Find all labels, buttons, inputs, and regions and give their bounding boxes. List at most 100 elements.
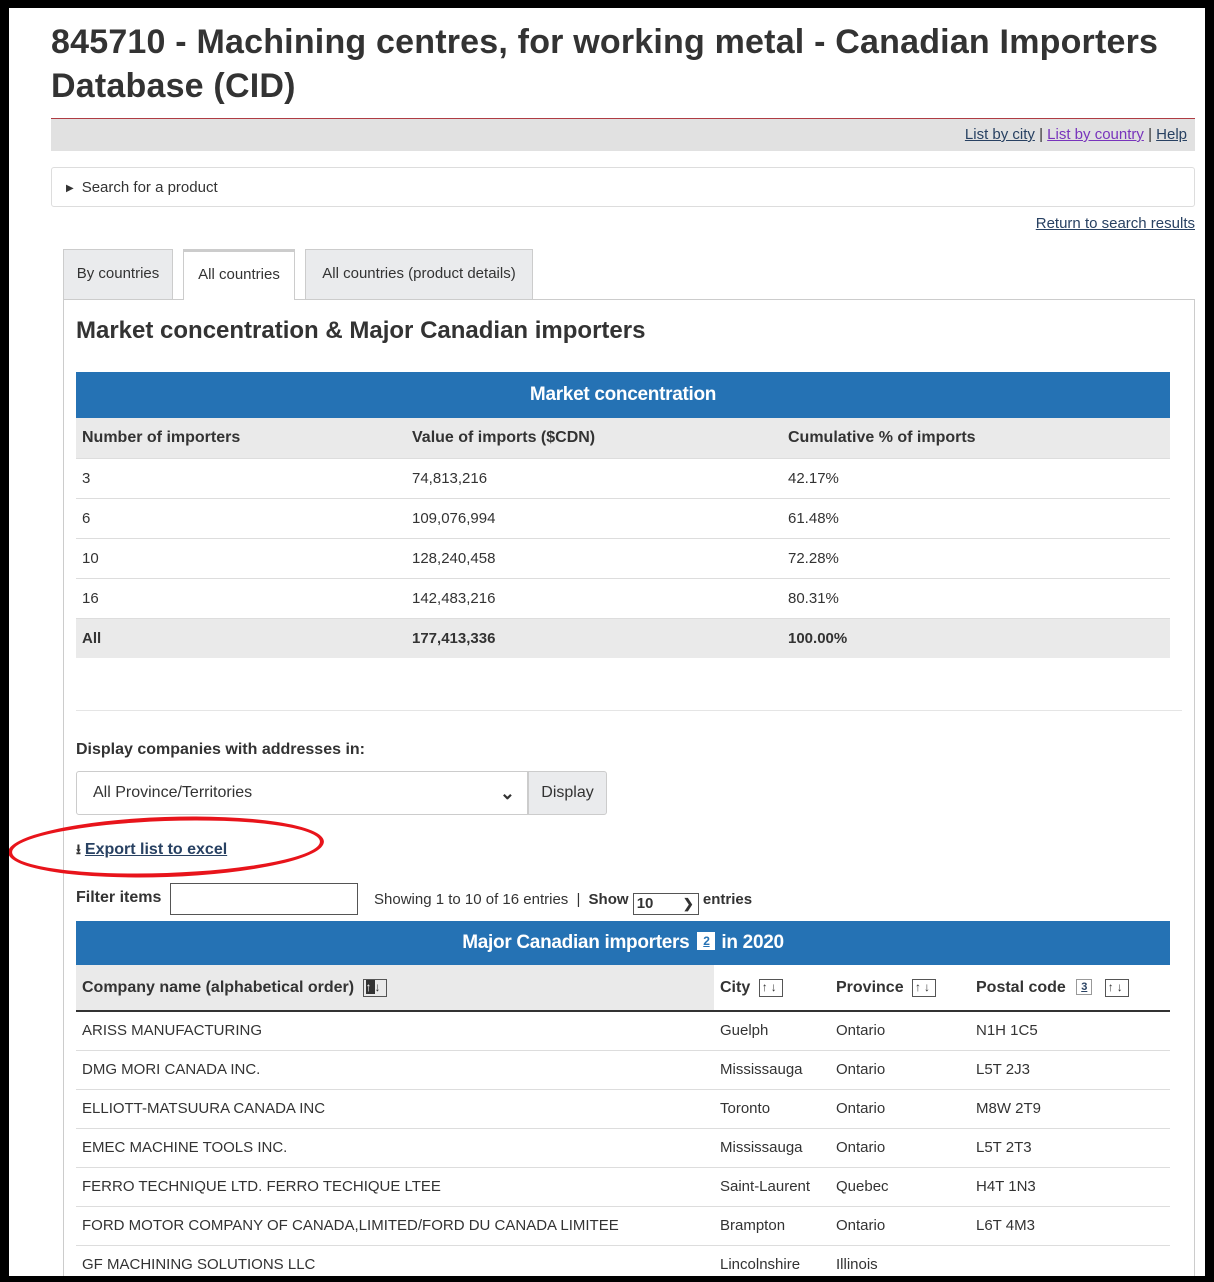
footnote-link[interactable]: 3 [1076,978,1093,995]
cell: 128,240,458 [406,537,782,578]
col-postal-code: Postal code 3 ↑↓ [970,965,1170,1012]
display-filter-label: Display companies with addresses in: [76,741,365,758]
cell: 61.48% [782,497,1170,538]
tab-by-countries[interactable]: By countries [63,249,173,299]
sort-desc-icon[interactable]: ↓ [375,980,384,994]
tab-all-countries[interactable]: All countries [183,249,295,300]
cell: 142,483,216 [406,577,782,618]
sort-desc-icon[interactable]: ↓ [771,980,780,994]
sort-asc-icon[interactable]: ↑ [1108,980,1117,994]
cell: 177,413,336 [406,617,782,658]
sort-controls: ↑↓ [1104,978,1129,997]
col-company-label: Company name (alphabetical order) [82,978,355,996]
importers-caption-suffix: in 2020 [721,932,784,953]
table-row: DMG MORI CANADA INC. Mississauga Ontario… [76,1049,1170,1089]
export-row: ⭳ Export list to excel [9,811,1182,883]
city: Toronto [714,1088,830,1128]
city: Guelph [714,1010,830,1050]
col-province-label: Province [836,978,904,996]
importers-caption-prefix: Major Canadian importers [462,932,690,953]
importers-table: Major Canadian importers 2 in 2020 Company… [76,921,1170,1276]
tab-panel: Market concentration & Major Canadian im… [9,299,1195,1276]
col-postal-label: Postal code [976,978,1066,996]
table-row: 6 109,076,994 61.48% [76,497,1170,538]
city: Brampton [714,1205,830,1245]
table-row: FORD MOTOR COMPANY OF CANADA,LIMITED/FOR… [76,1205,1170,1245]
total-row: All 177,413,336 100.00% [76,617,1170,658]
filter-items-input[interactable] [170,883,358,915]
sort-asc-icon[interactable]: ↑ [762,980,771,994]
col-number-of-importers: Number of importers [76,418,406,458]
province: Ontario [830,1205,970,1245]
page-size-value: 10 [636,895,654,912]
province: Ontario [830,1049,970,1089]
sort-desc-icon[interactable]: ↓ [1117,980,1126,994]
filter-items-label: Filter items [76,889,162,906]
company-name: GF MACHINING SOLUTIONS LLC [76,1244,714,1276]
table-row: 10 128,240,458 72.28% [76,537,1170,578]
table-row: EMEC MACHINE TOOLS INC. Mississauga Onta… [76,1127,1170,1167]
entries-info: Showing 1 to 10 of 16 entries | Show 10 ❯… [374,891,752,915]
top-link-bar: List by city | List by country | Help [51,119,1195,151]
sort-asc-icon[interactable]: ↑ [365,979,375,994]
cell: 80.31% [782,577,1170,618]
display-button[interactable]: Display [528,771,607,815]
province: Quebec [830,1166,970,1206]
cell: 100.00% [782,617,1170,658]
show-label: Show [588,891,629,908]
separator: | [576,891,581,908]
postal-code: L6T 4M3 [970,1205,1170,1245]
postal-code: L5T 2J3 [970,1049,1170,1089]
page-size-select[interactable]: 10 ❯ [632,893,699,915]
postal-code: M8W 2T9 [970,1088,1170,1128]
city: Lincolnshire [714,1244,830,1276]
cell: 42.17% [782,457,1170,498]
province: Ontario [830,1010,970,1050]
sort-controls: ↑↓ [362,978,387,997]
sort-asc-icon[interactable]: ↑ [915,980,924,994]
table-row: 3 74,813,216 42.17% [76,457,1170,498]
page-content: 845710 - Machining centres, for working … [9,8,1195,1276]
company-name: EMEC MACHINE TOOLS INC. [76,1127,714,1167]
table-row: FERRO TECHNIQUE LTD. FERRO TECHIQUE LTEE… [76,1166,1170,1206]
tab-all-countries-product-details[interactable]: All countries (product details) [305,249,533,299]
divider [76,710,1182,711]
return-to-search-results-link[interactable]: Return to search results [1036,215,1195,232]
list-by-country-link[interactable]: List by country [1047,126,1144,143]
cell: 109,076,994 [406,497,782,538]
postal-code: H4T 1N3 [970,1166,1170,1206]
company-name: DMG MORI CANADA INC. [76,1049,714,1089]
link-separator: | [1039,126,1043,143]
showing-text: Showing 1 to 10 of 16 entries [374,891,569,908]
cell: 74,813,216 [406,457,782,498]
chevron-down-icon: ⌄ [499,783,515,803]
link-separator: | [1148,126,1152,143]
filter-row: Filter items Showing 1 to 10 of 16 entri… [76,883,1182,917]
table-row: ELLIOTT-MATSUURA CANADA INC Toronto Onta… [76,1088,1170,1128]
list-by-city-link[interactable]: List by city [965,126,1035,143]
footnote-link[interactable]: 2 [697,932,716,950]
search-product-toggle[interactable]: ▶ Search for a product [51,167,1195,207]
postal-code: N1H 1C5 [970,1010,1170,1050]
return-row: Return to search results [51,215,1195,237]
province-select[interactable]: All Province/Territories ⌄ [76,771,528,815]
table-row: ARISS MANUFACTURING Guelph Ontario N1H 1… [76,1010,1170,1050]
search-product-label: Search for a product [81,179,218,196]
cell: 72.28% [782,537,1170,578]
cell: 10 [76,537,406,578]
col-city: City ↑↓ [714,965,830,1012]
city: Saint-Laurent [714,1166,830,1206]
province-select-value: All Province/Territories [93,784,253,801]
province: Ontario [830,1127,970,1167]
company-name: ELLIOTT-MATSUURA CANADA INC [76,1088,714,1128]
page-title: 845710 - Machining centres, for working … [51,8,1195,119]
browser-frame: 845710 - Machining centres, for working … [9,8,1205,1276]
importers-caption: Major Canadian importers 2 in 2020 [76,921,1170,965]
sort-desc-icon[interactable]: ↓ [924,980,933,994]
help-link[interactable]: Help [1156,126,1187,143]
province: Ontario [830,1088,970,1128]
cell: 3 [76,457,406,498]
city: Mississauga [714,1127,830,1167]
col-city-label: City [720,978,751,996]
export-to-excel-link[interactable]: Export list to excel [85,841,227,858]
